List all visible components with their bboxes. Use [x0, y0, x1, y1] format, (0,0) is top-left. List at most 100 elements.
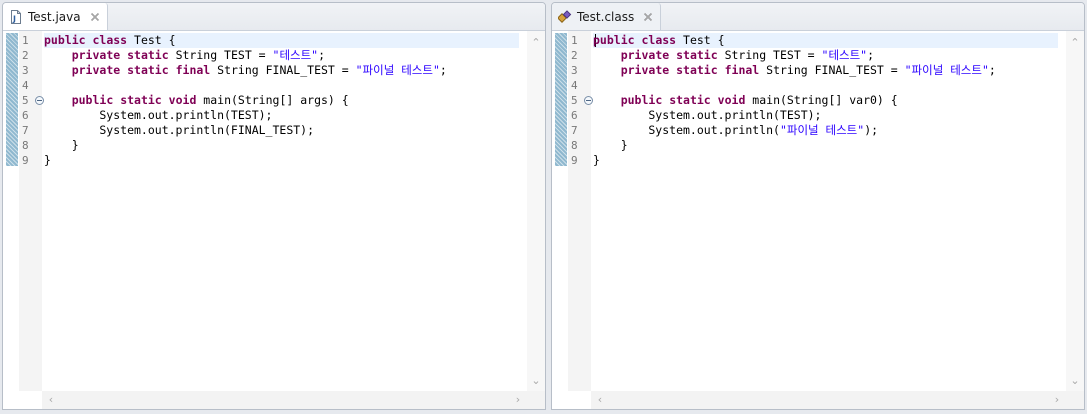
code-line: private static final String FINAL_TEST =…	[593, 63, 1058, 78]
code-line: System.out.println("파이널 테스트");	[593, 123, 1058, 138]
code-area[interactable]: public class Test { private static Strin…	[44, 31, 519, 391]
horizontal-scrollbar[interactable]: ‹ ›	[42, 391, 527, 409]
code-keyword: public	[44, 33, 86, 47]
code-keyword: static	[120, 93, 162, 107]
scroll-right-icon[interactable]: ›	[512, 394, 524, 406]
code-line: private static final String FINAL_TEST =…	[44, 63, 519, 78]
code-keyword: private	[620, 48, 670, 62]
code-keyword: class	[641, 33, 677, 47]
tab-title: Test.class	[577, 9, 635, 24]
code-text: String TEST =	[717, 48, 822, 62]
code-string: "파이널 테스트"	[904, 63, 989, 77]
scroll-right-icon[interactable]: ›	[1051, 394, 1063, 406]
vertical-scrollbar[interactable]: ⌃ ⌄	[527, 31, 545, 391]
tab-title: Test.java	[28, 9, 81, 24]
code-text: );	[864, 123, 879, 137]
editor-pane-java: J Test.java 123456789 public class Test …	[2, 2, 546, 410]
code-keyword: public	[620, 93, 663, 107]
code-string: "파이널 테스트"	[355, 63, 440, 77]
code-text: String FINAL_TEST =	[210, 63, 356, 77]
code-keyword: public	[593, 33, 635, 47]
editor-pane-class: Test.class 123456789 public class Test {…	[551, 2, 1085, 410]
code-line: System.out.println(TEST);	[593, 108, 1058, 123]
code-keyword: static	[669, 93, 711, 107]
line-number: 3	[571, 64, 578, 77]
code-line: }	[593, 153, 1058, 168]
code-keyword: final	[175, 63, 211, 77]
code-line: public class Test {	[44, 33, 519, 48]
code-text: ;	[988, 63, 996, 77]
overview-ruler	[555, 33, 567, 166]
code-keyword: public	[71, 93, 114, 107]
editor-tab-bar: J Test.java	[3, 3, 545, 31]
code-keyword: private	[71, 48, 121, 62]
scroll-up-icon[interactable]: ⌃	[1069, 37, 1081, 49]
code-keyword: final	[724, 63, 760, 77]
scroll-down-icon[interactable]: ⌄	[530, 375, 542, 387]
scroll-up-icon[interactable]: ⌃	[530, 37, 542, 49]
svg-text:J: J	[12, 14, 16, 23]
line-number: 8	[571, 139, 578, 152]
line-number-gutter: 123456789	[568, 31, 593, 391]
line-number: 1	[571, 34, 578, 47]
code-line: }	[44, 138, 519, 153]
code-text: ;	[318, 48, 326, 62]
line-number: 2	[22, 49, 29, 62]
class-file-icon	[558, 9, 572, 23]
line-number: 9	[22, 154, 29, 167]
code-keyword: static	[127, 63, 169, 77]
code-editor[interactable]: 123456789 public class Test { private st…	[552, 31, 1084, 409]
code-text: System.out.println(	[593, 123, 780, 137]
editor-tab-bar: Test.class	[552, 3, 1084, 31]
line-number: 8	[22, 139, 29, 152]
code-keyword: private	[71, 63, 121, 77]
line-number: 7	[571, 124, 578, 137]
line-number-gutter: 123456789	[19, 31, 44, 391]
code-text: String FINAL_TEST =	[759, 63, 905, 77]
line-number: 4	[22, 79, 29, 92]
code-line: public static void main(String[] args) {	[44, 93, 519, 108]
code-text: }	[593, 138, 628, 152]
java-file-icon: J	[11, 9, 21, 24]
code-text: Test {	[127, 33, 176, 47]
code-editor[interactable]: 123456789 public class Test { private st…	[3, 31, 545, 409]
horizontal-scrollbar[interactable]: ‹ ›	[591, 391, 1066, 409]
scrollbar-corner	[1066, 391, 1084, 409]
code-text: Test {	[676, 33, 725, 47]
code-text: ;	[867, 48, 875, 62]
code-keyword: static	[676, 48, 718, 62]
tab-test-class[interactable]: Test.class	[552, 3, 662, 30]
code-line: public class Test {	[593, 33, 1058, 48]
code-area[interactable]: public class Test { private static Strin…	[593, 31, 1058, 391]
fold-collapse-icon[interactable]	[584, 96, 593, 105]
tab-test-java[interactable]: J Test.java	[3, 3, 108, 30]
line-number: 6	[571, 109, 578, 122]
code-line: private static String TEST = "테스트";	[593, 48, 1058, 63]
line-number: 6	[22, 109, 29, 122]
code-line: }	[593, 138, 1058, 153]
scroll-down-icon[interactable]: ⌄	[1069, 375, 1081, 387]
close-icon[interactable]	[643, 12, 653, 22]
scroll-left-icon[interactable]: ‹	[594, 394, 606, 406]
line-number: 2	[571, 49, 578, 62]
code-keyword: class	[92, 33, 128, 47]
scroll-left-icon[interactable]: ‹	[45, 394, 57, 406]
code-text: System.out.println(FINAL_TEST);	[44, 123, 315, 137]
fold-collapse-icon[interactable]	[35, 96, 44, 105]
code-line: private static String TEST = "테스트";	[44, 48, 519, 63]
line-number: 4	[571, 79, 578, 92]
close-icon[interactable]	[90, 12, 100, 22]
code-line: public static void main(String[] var0) {	[593, 93, 1058, 108]
code-text: main(String[] args) {	[196, 93, 349, 107]
vertical-scrollbar[interactable]: ⌃ ⌄	[1066, 31, 1084, 391]
code-text: }	[593, 153, 600, 167]
